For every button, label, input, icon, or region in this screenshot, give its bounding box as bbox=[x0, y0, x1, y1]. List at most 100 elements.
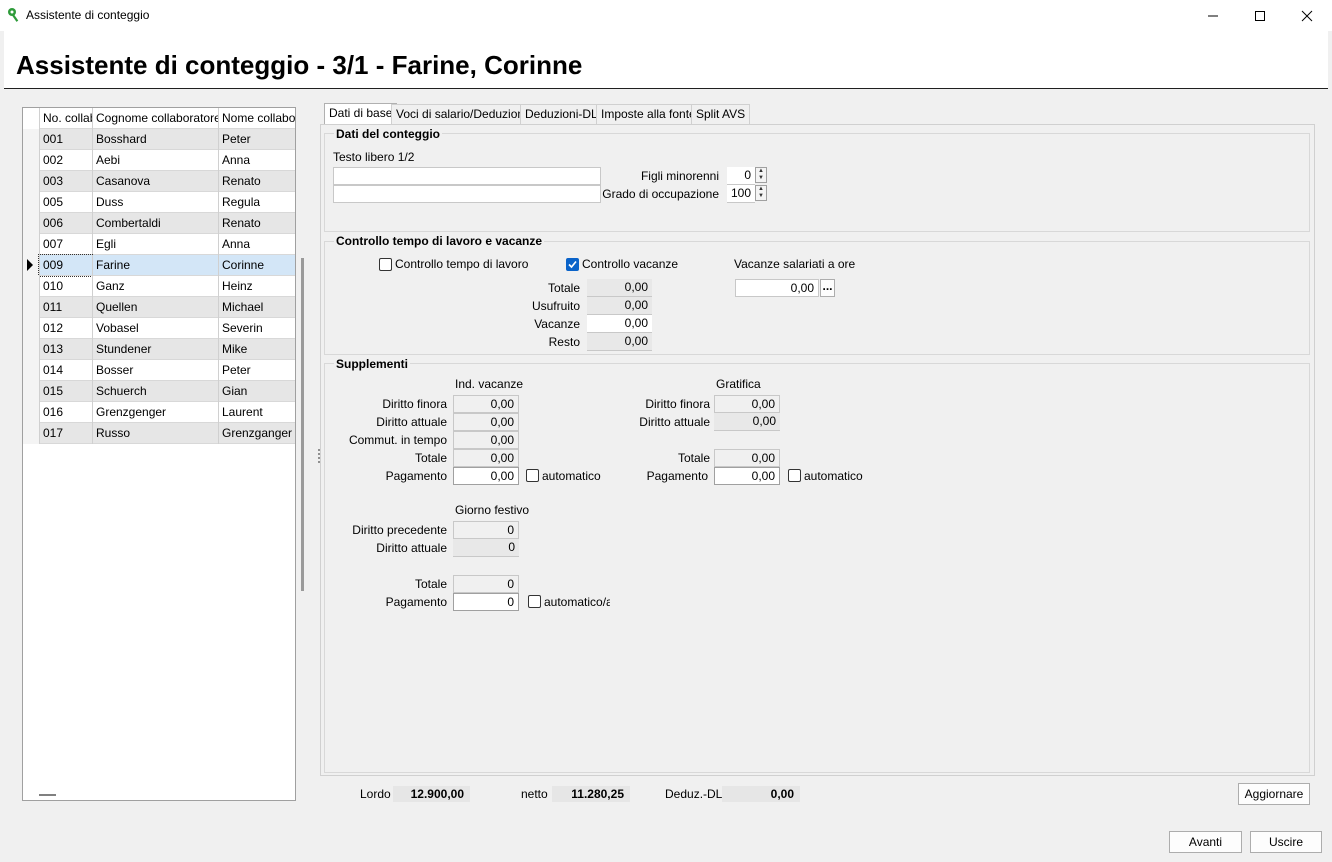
table-row[interactable]: 007 Egli Anna bbox=[23, 234, 295, 255]
cell-nome[interactable]: Peter bbox=[218, 360, 295, 381]
giorno-festivo-pagamento-input[interactable]: 0 bbox=[453, 593, 519, 611]
table-row[interactable]: 003 Casanova Renato bbox=[23, 171, 295, 192]
gratifica-pagamento-input[interactable]: 0,00 bbox=[714, 467, 780, 485]
row-indicator-cell[interactable] bbox=[23, 339, 39, 360]
row-indicator-cell[interactable] bbox=[23, 402, 39, 423]
cell-no[interactable]: 012 bbox=[39, 318, 92, 339]
table-row[interactable]: 009 Farine Corinne bbox=[23, 254, 295, 277]
row-indicator-cell[interactable] bbox=[23, 129, 39, 150]
row-indicator-cell[interactable] bbox=[23, 192, 39, 213]
cell-no[interactable]: 007 bbox=[39, 234, 92, 255]
tab-split-avs[interactable]: Split AVS bbox=[691, 104, 751, 124]
cell-nome[interactable]: Anna bbox=[218, 150, 295, 171]
figli-minorenni-spinner[interactable]: ▲ ▼ bbox=[755, 167, 767, 183]
cell-nome[interactable]: Gian bbox=[218, 381, 295, 402]
gratifica-automatico-checkbox[interactable] bbox=[788, 469, 801, 482]
vacanze-ore-browse-button[interactable]: ... bbox=[820, 279, 835, 297]
close-button[interactable] bbox=[1284, 0, 1330, 31]
giorno-festivo-automatico-label[interactable]: automatico/au bbox=[544, 595, 610, 609]
cell-nome[interactable]: Mike bbox=[218, 339, 295, 360]
testo-libero-1-input[interactable] bbox=[333, 167, 601, 185]
cell-cognome[interactable]: Combertaldi bbox=[92, 213, 218, 234]
row-indicator-cell[interactable] bbox=[23, 255, 39, 276]
vacanze-input[interactable]: 0,00 bbox=[587, 315, 652, 333]
cell-cognome[interactable]: Aebi bbox=[92, 150, 218, 171]
row-indicator-cell[interactable] bbox=[23, 213, 39, 234]
cell-nome[interactable]: Michael bbox=[218, 297, 295, 318]
grid-scrollbar-thumb[interactable] bbox=[301, 258, 304, 591]
cell-no[interactable]: 010 bbox=[39, 276, 92, 297]
grado-occupazione-spinner[interactable]: ▲ ▼ bbox=[755, 185, 767, 201]
cell-nome[interactable]: Laurent bbox=[218, 402, 295, 423]
gratifica-automatico-label[interactable]: automatico bbox=[804, 469, 863, 483]
table-row[interactable]: 012 Vobasel Severin bbox=[23, 318, 295, 339]
row-indicator-cell[interactable] bbox=[23, 234, 39, 255]
row-indicator-cell[interactable] bbox=[23, 318, 39, 339]
row-indicator-cell[interactable] bbox=[23, 171, 39, 192]
column-header-cognome[interactable]: Cognome collaboratore bbox=[92, 108, 218, 129]
table-row[interactable]: 001 Bosshard Peter bbox=[23, 129, 295, 150]
cell-no[interactable]: 014 bbox=[39, 360, 92, 381]
cell-nome[interactable]: Renato bbox=[218, 171, 295, 192]
minimize-button[interactable] bbox=[1190, 0, 1236, 31]
cell-no[interactable]: 011 bbox=[39, 297, 92, 318]
cell-cognome[interactable]: Russo bbox=[92, 423, 218, 444]
table-row[interactable]: 010 Ganz Heinz bbox=[23, 276, 295, 297]
table-row[interactable]: 013 Stundener Mike bbox=[23, 339, 295, 360]
column-header-nome[interactable]: Nome collaboratore bbox=[218, 108, 295, 129]
tab-voci-di-salario[interactable]: Voci di salario/Deduzioni bbox=[391, 104, 532, 124]
cell-no[interactable]: 002 bbox=[39, 150, 92, 171]
cell-nome[interactable]: Heinz bbox=[218, 276, 295, 297]
cell-no[interactable]: 006 bbox=[39, 213, 92, 234]
table-row[interactable]: 005 Duss Regula bbox=[23, 192, 295, 213]
row-indicator-cell[interactable] bbox=[23, 423, 39, 444]
cell-nome[interactable]: Renato bbox=[218, 213, 295, 234]
controllo-tempo-checkbox[interactable] bbox=[379, 258, 392, 271]
cell-no[interactable]: 001 bbox=[39, 129, 92, 150]
cell-cognome[interactable]: Casanova bbox=[92, 171, 218, 192]
row-indicator-cell[interactable] bbox=[23, 276, 39, 297]
cell-cognome[interactable]: Farine bbox=[92, 255, 218, 276]
cell-no[interactable]: 005 bbox=[39, 192, 92, 213]
tab-dati-di-base[interactable]: Dati di base bbox=[324, 103, 398, 125]
testo-libero-2-input[interactable] bbox=[333, 185, 601, 203]
controllo-vacanze-label[interactable]: Controllo vacanze bbox=[582, 257, 678, 271]
cell-nome[interactable]: Severin bbox=[218, 318, 295, 339]
cell-nome[interactable]: Peter bbox=[218, 129, 295, 150]
employee-grid[interactable]: No. collaboratore Cognome collaboratore … bbox=[22, 107, 296, 801]
row-indicator-cell[interactable] bbox=[23, 381, 39, 402]
vacanze-ore-input[interactable]: 0,00 bbox=[735, 279, 819, 297]
cell-nome[interactable]: Grenzganger bbox=[218, 423, 295, 444]
controllo-tempo-label[interactable]: Controllo tempo di lavoro bbox=[395, 257, 528, 271]
table-row[interactable]: 006 Combertaldi Renato bbox=[23, 213, 295, 234]
cell-cognome[interactable]: Egli bbox=[92, 234, 218, 255]
ind-vacanze-automatico-checkbox[interactable] bbox=[526, 469, 539, 482]
ind-vacanze-pagamento-input[interactable]: 0,00 bbox=[453, 467, 519, 485]
cell-cognome[interactable]: Ganz bbox=[92, 276, 218, 297]
tab-deduzioni-dl[interactable]: Deduzioni-DL bbox=[520, 104, 603, 124]
grado-occupazione-input[interactable]: 100 bbox=[727, 185, 755, 203]
giorno-festivo-automatico-checkbox[interactable] bbox=[528, 595, 541, 608]
tab-imposte-alla-fonte[interactable]: Imposte alla fonte bbox=[596, 104, 701, 124]
cell-nome[interactable]: Regula bbox=[218, 192, 295, 213]
cell-no[interactable]: 009 bbox=[38, 254, 93, 277]
cell-no[interactable]: 016 bbox=[39, 402, 92, 423]
maximize-button[interactable] bbox=[1237, 0, 1283, 31]
cell-cognome[interactable]: Schuerch bbox=[92, 381, 218, 402]
cell-cognome[interactable]: Bosser bbox=[92, 360, 218, 381]
row-indicator-cell[interactable] bbox=[23, 297, 39, 318]
aggiornare-button[interactable]: Aggiornare bbox=[1238, 783, 1310, 805]
cell-no[interactable]: 015 bbox=[39, 381, 92, 402]
table-row[interactable]: 011 Quellen Michael bbox=[23, 297, 295, 318]
controllo-vacanze-checkbox[interactable] bbox=[566, 258, 579, 271]
cell-cognome[interactable]: Vobasel bbox=[92, 318, 218, 339]
cell-cognome[interactable]: Stundener bbox=[92, 339, 218, 360]
cell-cognome[interactable]: Bosshard bbox=[92, 129, 218, 150]
row-indicator-cell[interactable] bbox=[23, 150, 39, 171]
ind-vacanze-automatico-label[interactable]: automatico bbox=[542, 469, 601, 483]
table-row[interactable]: 017 Russo Grenzganger bbox=[23, 423, 295, 444]
column-header-no[interactable]: No. collaboratore bbox=[39, 108, 92, 129]
table-row[interactable]: 002 Aebi Anna bbox=[23, 150, 295, 171]
cell-cognome[interactable]: Grenzgenger bbox=[92, 402, 218, 423]
cell-no[interactable]: 003 bbox=[39, 171, 92, 192]
